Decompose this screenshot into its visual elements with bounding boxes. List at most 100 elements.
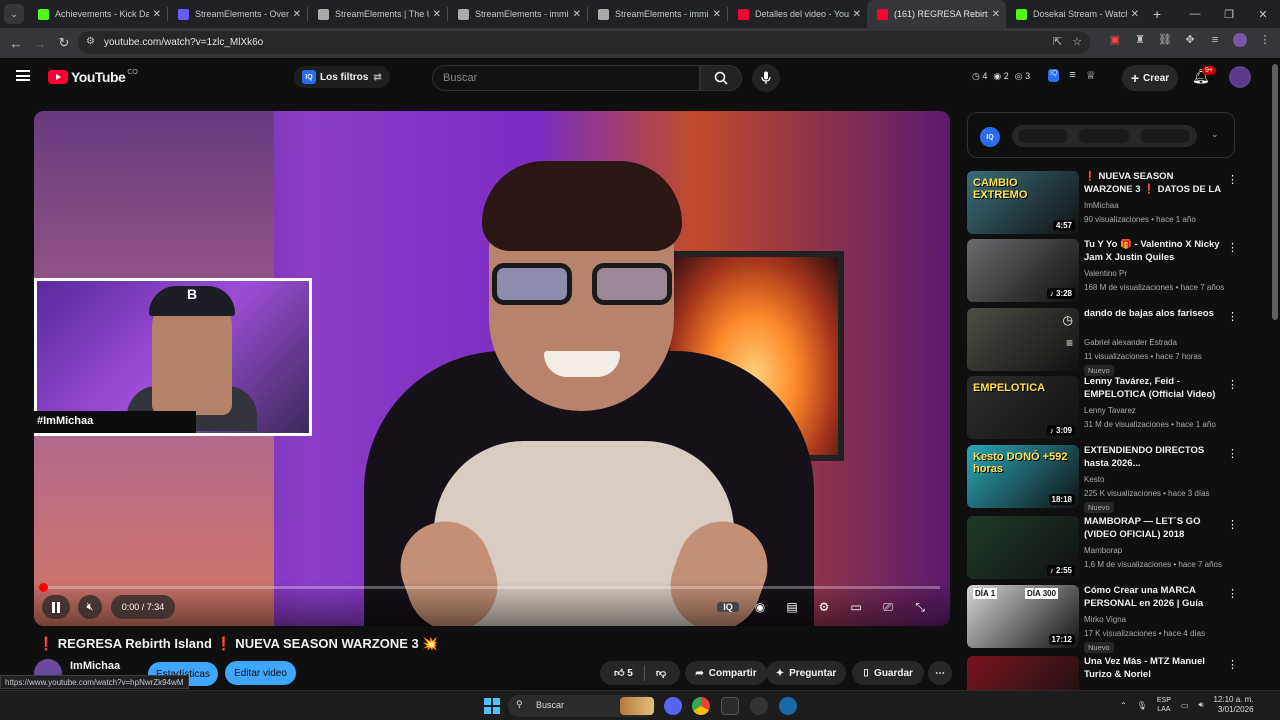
search-input[interactable]: Buscar bbox=[432, 65, 700, 91]
recommendation-item[interactable]: ♪ 2:55 MAMBORAP — LET´S GO (VIDEO OFICIAL… bbox=[967, 516, 1238, 580]
queue-icon[interactable]: ≡ bbox=[1069, 69, 1075, 82]
close-tab-icon[interactable]: ✕ bbox=[573, 9, 581, 20]
close-tab-icon[interactable]: ✕ bbox=[853, 9, 861, 20]
iq-player-icon[interactable]: IQ bbox=[717, 602, 739, 612]
create-button[interactable]: + Crear bbox=[1122, 65, 1178, 91]
ask-button[interactable]: ✦ Preguntar bbox=[766, 661, 846, 685]
eye-stat[interactable]: ◉ 2 bbox=[993, 71, 1008, 82]
iq-logo-icon[interactable]: IQ bbox=[980, 127, 1000, 147]
browser-tab[interactable]: StreamElements - immich ✕ bbox=[588, 0, 727, 28]
taskbar-widget-icon[interactable] bbox=[620, 697, 654, 715]
recommendation-item[interactable]: ♪ 3:28 Tu Y Yo 🎁 - Valentino X Nicky Jam … bbox=[967, 239, 1238, 303]
pause-button[interactable] bbox=[42, 595, 70, 619]
more-options-icon[interactable]: ⋮ bbox=[1227, 378, 1238, 391]
bookmark-star-icon[interactable]: ☆ bbox=[1072, 35, 1082, 48]
more-options-icon[interactable]: ⋮ bbox=[1227, 658, 1238, 671]
add-to-queue-icon[interactable]: ≡ bbox=[1066, 336, 1073, 350]
filters-button[interactable]: IQ Los filtros ⇄ bbox=[294, 66, 390, 88]
steam-icon[interactable] bbox=[779, 697, 797, 715]
recommendation-channel[interactable]: Mamborap bbox=[1084, 544, 1122, 557]
video-thumbnail[interactable]: ♪ 3:28 bbox=[967, 239, 1079, 302]
settings-gear-icon[interactable]: ⚙ bbox=[813, 600, 835, 614]
recommendation-channel[interactable]: ImMichaa bbox=[1084, 199, 1119, 212]
voice-search-button[interactable] bbox=[752, 64, 780, 92]
reading-list-icon[interactable]: ≡ bbox=[1208, 33, 1222, 47]
share-button[interactable]: ➦ Compartir bbox=[685, 661, 767, 685]
extension-link-icon[interactable]: ⛓ bbox=[1158, 33, 1172, 47]
video-thumbnail[interactable]: CAMBIO EXTREMO 4:57 bbox=[967, 171, 1079, 234]
hamburger-menu-icon[interactable] bbox=[16, 70, 30, 81]
autoplay-toggle-icon[interactable]: ◉ bbox=[749, 600, 771, 614]
recommendation-title[interactable]: dando de bajas alos fariseos bbox=[1084, 308, 1221, 321]
more-options-icon[interactable]: ⋮ bbox=[1227, 447, 1238, 460]
new-tab-button[interactable]: + bbox=[1153, 6, 1161, 22]
close-tab-icon[interactable]: ✕ bbox=[433, 9, 441, 20]
recommendation-item[interactable]: Kesto DONÓ +592 horas 18:18 EXTENDIENDO DI… bbox=[967, 445, 1238, 513]
tray-mic-icon[interactable]: 🎙︎ bbox=[1137, 701, 1147, 710]
extension-robot-icon[interactable]: ♜ bbox=[1133, 33, 1147, 47]
iq-pill-2[interactable] bbox=[1079, 129, 1129, 143]
close-tab-icon[interactable]: ✕ bbox=[293, 9, 301, 20]
browser-tab[interactable]: StreamElements | The Ulti ✕ bbox=[308, 0, 447, 28]
browser-tab[interactable]: StreamElements - Overlay ✕ bbox=[168, 0, 307, 28]
youtube-logo[interactable]: YouTube CO bbox=[48, 69, 138, 85]
dislike-icon[interactable]: 👎︎ bbox=[656, 667, 666, 679]
recommendation-channel[interactable]: Mirko Vigna bbox=[1084, 613, 1126, 626]
recommendation-item[interactable]: DÍA 1 DÍA 300 17:12 Cómo Crear una MARCA PE… bbox=[967, 585, 1238, 653]
close-window-button[interactable]: ✕ bbox=[1246, 8, 1280, 21]
browser-tab[interactable]: StreamElements - immich ✕ bbox=[448, 0, 587, 28]
close-tab-icon[interactable]: ✕ bbox=[1131, 9, 1139, 20]
recommendation-title[interactable]: ❗ NUEVA SEASON WARZONE 3 ❗ DATOS DE LA N… bbox=[1084, 171, 1221, 197]
monitor-icon[interactable]: ▭ bbox=[1181, 701, 1189, 710]
iq-pill-1[interactable] bbox=[1018, 129, 1068, 143]
clock-stat[interactable]: ◷ 4 bbox=[972, 71, 987, 82]
browser-tab[interactable]: Achievements - Kick Dash ✕ bbox=[28, 0, 167, 28]
recommendation-item[interactable]: ◷ ≡ dando de bajas alos fariseos Gabriel al… bbox=[967, 308, 1238, 376]
extension-red-icon[interactable]: ▣ bbox=[1108, 33, 1122, 47]
iq-extension-icon[interactable]: IQ bbox=[1048, 69, 1060, 82]
browser-tab[interactable]: Dosekai Stream - Watch ✕ bbox=[1006, 0, 1145, 28]
recommendation-channel[interactable]: Lenny Tavarez bbox=[1084, 404, 1136, 417]
tab-list-button[interactable]: ⌄ bbox=[4, 4, 24, 24]
language-indicator[interactable]: ESP LAA bbox=[1157, 696, 1171, 714]
save-button[interactable]: ⌷ Guardar bbox=[852, 661, 924, 685]
recommendation-title[interactable]: Tu Y Yo 🎁 - Valentino X Nicky Jam X Just… bbox=[1084, 239, 1221, 264]
trophy-icon[interactable]: ♕ bbox=[1086, 69, 1096, 82]
forward-icon[interactable]: → bbox=[28, 36, 52, 51]
windows-start-icon[interactable] bbox=[484, 698, 500, 714]
minimize-button[interactable]: — bbox=[1178, 8, 1212, 20]
video-thumbnail[interactable]: Kesto DONÓ +592 horas 18:18 bbox=[967, 445, 1079, 508]
profile-avatar-icon[interactable] bbox=[1233, 33, 1247, 47]
video-thumbnail[interactable]: ◷ ≡ bbox=[967, 308, 1079, 371]
recommendation-title[interactable]: Cómo Crear una MARCA PERSONAL en 2026 | … bbox=[1084, 585, 1221, 611]
back-icon[interactable]: ← bbox=[4, 36, 28, 51]
account-avatar[interactable] bbox=[1229, 66, 1251, 88]
edit-video-button[interactable]: Editar video bbox=[225, 661, 296, 685]
discord-icon[interactable] bbox=[664, 697, 682, 715]
recommendation-title[interactable]: MAMBORAP — LET´S GO (VIDEO OFICIAL) 2018 bbox=[1084, 516, 1221, 541]
more-options-icon[interactable]: ⋮ bbox=[1227, 173, 1238, 186]
mute-button[interactable]: 🔇︎ bbox=[78, 595, 102, 619]
browser-tab[interactable]: (161) REGRESA Rebirth ✕ bbox=[867, 0, 1006, 28]
fullscreen-exit-icon[interactable]: ⤡ bbox=[909, 600, 931, 615]
chevron-down-icon[interactable]: ⌄ bbox=[1211, 129, 1219, 140]
more-options-icon[interactable]: ⋮ bbox=[1227, 241, 1238, 254]
more-actions-button[interactable]: ⋯ bbox=[928, 661, 952, 685]
site-info-icon[interactable]: ⚙ bbox=[86, 36, 95, 47]
more-options-icon[interactable]: ⋮ bbox=[1227, 587, 1238, 600]
progress-bar[interactable] bbox=[44, 586, 940, 589]
subtitles-icon[interactable]: ▤ bbox=[781, 600, 803, 614]
close-tab-icon[interactable]: ✕ bbox=[992, 9, 1000, 20]
page-scrollbar[interactable] bbox=[1272, 64, 1278, 320]
close-tab-icon[interactable]: ✕ bbox=[153, 9, 161, 20]
recommendation-channel[interactable]: Gabriel alexander Estrada bbox=[1084, 336, 1177, 349]
search-button[interactable] bbox=[700, 65, 742, 91]
more-options-icon[interactable]: ⋮ bbox=[1227, 518, 1238, 531]
tray-chevron-icon[interactable]: ⌃ bbox=[1120, 701, 1127, 710]
iq-pill-3[interactable] bbox=[1140, 129, 1190, 143]
browser-menu-icon[interactable]: ⋮ bbox=[1258, 33, 1272, 47]
system-clock[interactable]: 12:10 a. m. 3/01/2026 bbox=[1213, 695, 1253, 715]
recommendation-item[interactable]: EMPELOTICA ♪ 3:09 Lenny Tavárez, Feid - EM… bbox=[967, 376, 1238, 440]
browser-tab[interactable]: Detalles del video - YouTu ✕ bbox=[728, 0, 867, 28]
maximize-button[interactable]: ❐ bbox=[1212, 8, 1246, 21]
